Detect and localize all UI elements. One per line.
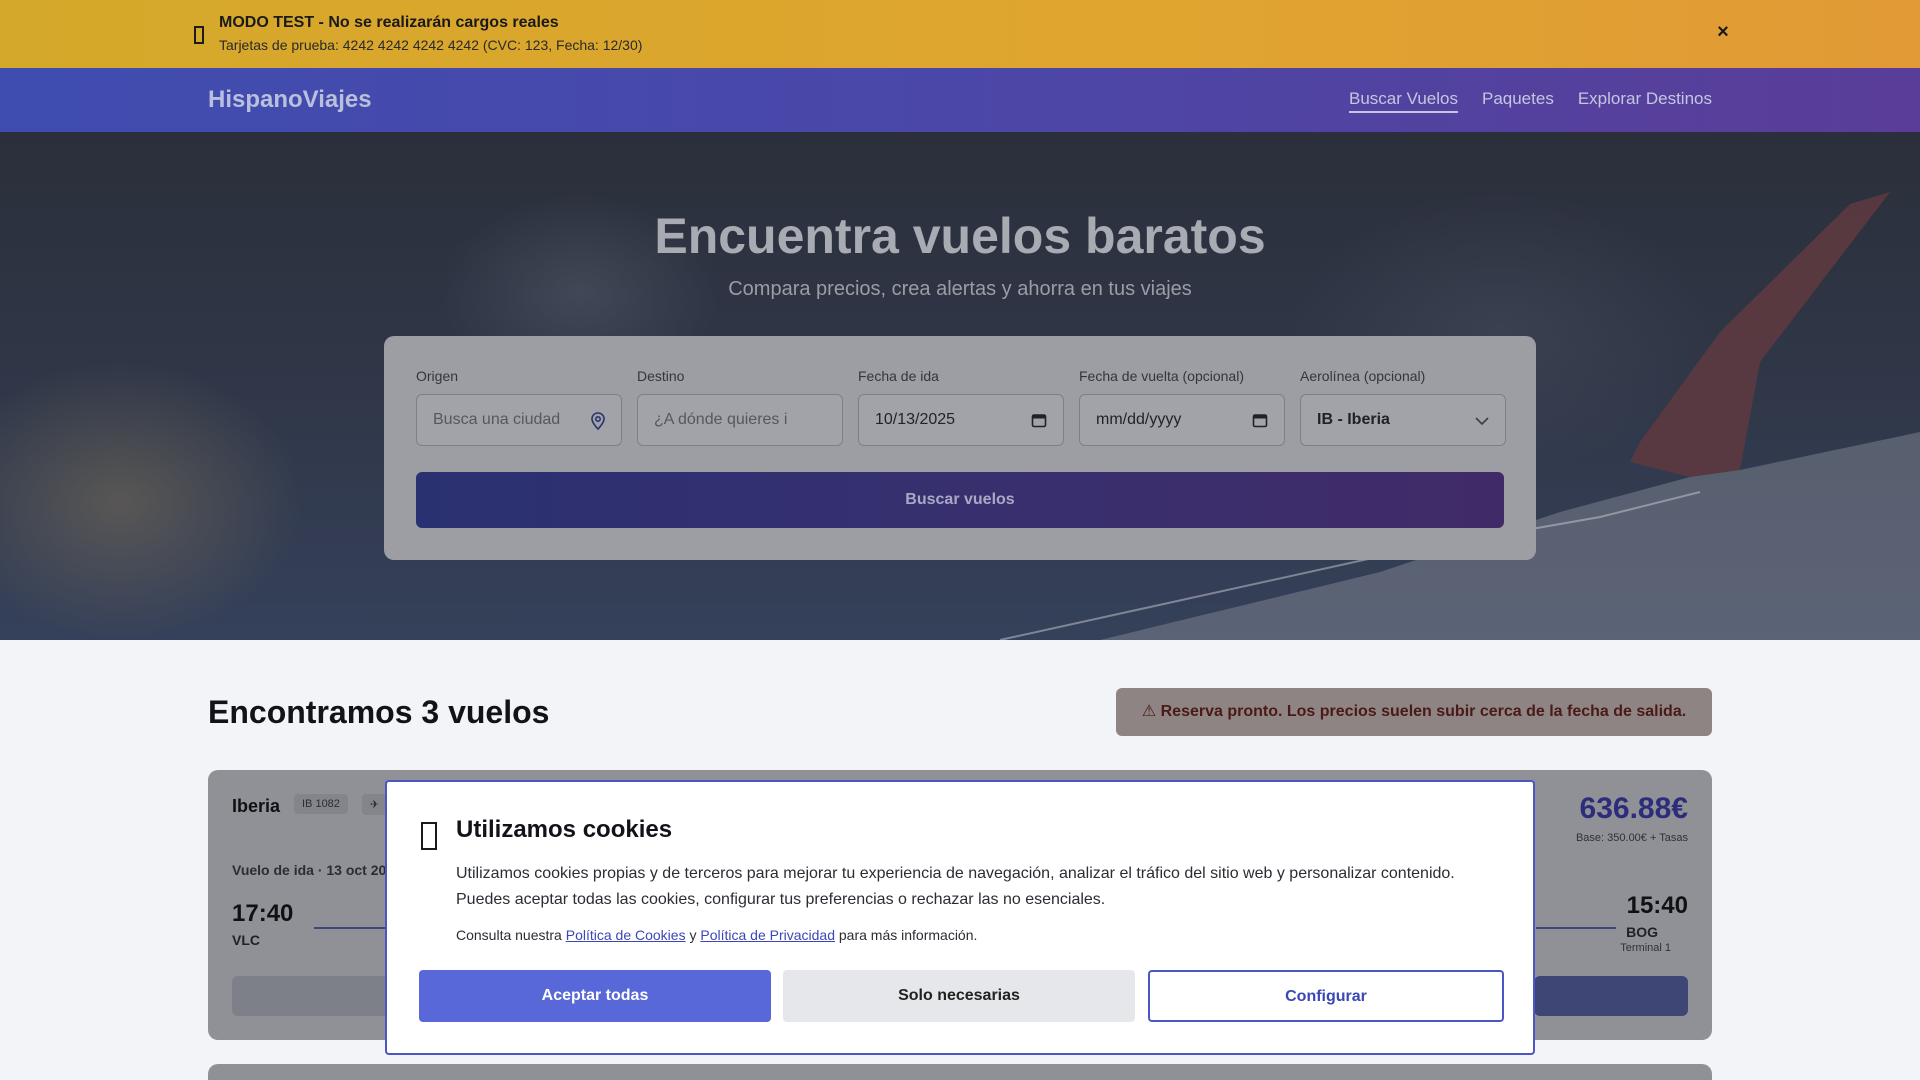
test-banner-subtitle: Tarjetas de prueba: 4242 4242 4242 4242 … <box>219 37 643 53</box>
airline-label: Aerolínea (opcional) <box>1300 368 1426 384</box>
configure-cookies-button[interactable]: Configurar <box>1148 970 1504 1022</box>
flight-details-button[interactable] <box>232 976 392 1016</box>
origin-field: Origen Busca una ciudad <box>416 368 622 446</box>
chevron-down-icon <box>1475 417 1489 426</box>
flight-type-badge: ✈ <box>362 794 388 815</box>
nav-links: Buscar Vuelos Paquetes Explorar Destinos <box>1349 89 1712 113</box>
depart-date-field: Fecha de ida 10/13/2025 <box>858 368 1064 446</box>
flight-price: 636.88€ <box>1579 792 1688 825</box>
cookie-description: Utilizamos cookies propias y de terceros… <box>456 865 1455 908</box>
cookie-icon <box>421 822 437 850</box>
nav-link-explorar-destinos[interactable]: Explorar Destinos <box>1578 89 1712 113</box>
warning-icon <box>194 26 204 44</box>
flight-leg-label: Vuelo de ida · 13 oct 20 <box>232 862 387 878</box>
calendar-icon[interactable] <box>1252 412 1268 428</box>
results-title: Encontramos 3 vuelos <box>208 694 550 730</box>
destination-field: Destino ¿A dónde quieres i <box>637 368 843 446</box>
cookie-policy-link[interactable]: Política de Cookies <box>566 927 686 943</box>
depart-date-label: Fecha de ida <box>858 368 939 384</box>
accept-all-cookies-button[interactable]: Aceptar todas <box>419 970 771 1022</box>
hero-subtitle: Compara precios, crea alertas y ahorra e… <box>728 278 1192 300</box>
necessary-cookies-button[interactable]: Solo necesarias <box>783 970 1135 1022</box>
return-date-input[interactable]: mm/dd/yyyy <box>1079 394 1285 446</box>
search-flights-button[interactable]: Buscar vuelos <box>416 472 1504 528</box>
hero-title: Encuentra vuelos baratos <box>654 208 1266 264</box>
flight-airline: Iberia <box>232 796 281 816</box>
flight-price-breakdown: Base: 350.00€ + Tasas <box>1575 832 1688 844</box>
policy-suffix: para más información. <box>838 927 978 943</box>
flight-code-badge: IB 1082 <box>294 794 348 814</box>
origin-label: Origen <box>416 368 459 384</box>
policy-prefix: Consulta nuestra <box>456 927 562 943</box>
route-line <box>314 927 394 929</box>
search-form: Origen Busca una ciudad Destino ¿A dónde… <box>384 336 1536 560</box>
arrival-time: 15:40 <box>1626 892 1688 919</box>
calendar-icon[interactable] <box>1031 412 1047 428</box>
nav-link-paquetes[interactable]: Paquetes <box>1482 89 1554 113</box>
top-nav: HispanoViajes Buscar Vuelos Paquetes Exp… <box>0 68 1920 132</box>
route-line <box>1536 927 1616 929</box>
return-date-field: Fecha de vuelta (opcional) mm/dd/yyyy <box>1079 368 1285 446</box>
close-banner-button[interactable]: × <box>1712 21 1734 43</box>
test-banner-title: MODO TEST - No se realizarán cargos real… <box>219 14 559 31</box>
flight-card <box>208 1064 1712 1080</box>
booking-alert: ⚠ Reserva pronto. Los precios suelen sub… <box>1116 688 1712 736</box>
cookie-title: Utilizamos cookies <box>456 816 673 843</box>
policy-and: y <box>689 927 697 943</box>
cookie-consent-modal: Utilizamos cookies Utilizamos cookies pr… <box>385 780 1535 1055</box>
brand-logo[interactable]: HispanoViajes <box>208 86 372 114</box>
airline-selected-value: IB - Iberia <box>1317 411 1390 428</box>
origin-input[interactable]: Busca una ciudad <box>416 394 622 446</box>
hero-section: Encuentra vuelos baratos Compara precios… <box>0 132 1920 640</box>
airline-select[interactable]: IB - Iberia <box>1300 394 1506 446</box>
depart-date-input[interactable]: 10/13/2025 <box>858 394 1064 446</box>
location-pin-icon <box>591 412 605 430</box>
return-date-value: mm/dd/yyyy <box>1096 411 1182 428</box>
arrival-airport: BOG <box>1626 924 1658 940</box>
cookie-policy-text: Consulta nuestra Política de Cookies y P… <box>456 927 977 943</box>
origin-placeholder: Busca una ciudad <box>433 411 561 428</box>
privacy-policy-link[interactable]: Política de Privacidad <box>700 927 835 943</box>
destination-placeholder: ¿A dónde quieres i <box>654 411 788 428</box>
airline-field: Aerolínea (opcional) IB - Iberia <box>1300 368 1506 446</box>
depart-date-value: 10/13/2025 <box>875 411 956 428</box>
test-mode-banner: MODO TEST - No se realizarán cargos real… <box>0 0 1920 68</box>
arrival-terminal: Terminal 1 <box>1620 942 1671 954</box>
select-flight-button[interactable] <box>1534 976 1688 1016</box>
return-date-label: Fecha de vuelta (opcional) <box>1079 368 1244 384</box>
nav-link-buscar-vuelos[interactable]: Buscar Vuelos <box>1349 89 1458 113</box>
destination-label: Destino <box>637 368 685 384</box>
departure-time: 17:40 <box>232 900 294 927</box>
destination-input[interactable]: ¿A dónde quieres i <box>637 394 843 446</box>
departure-airport: VLC <box>232 932 260 948</box>
